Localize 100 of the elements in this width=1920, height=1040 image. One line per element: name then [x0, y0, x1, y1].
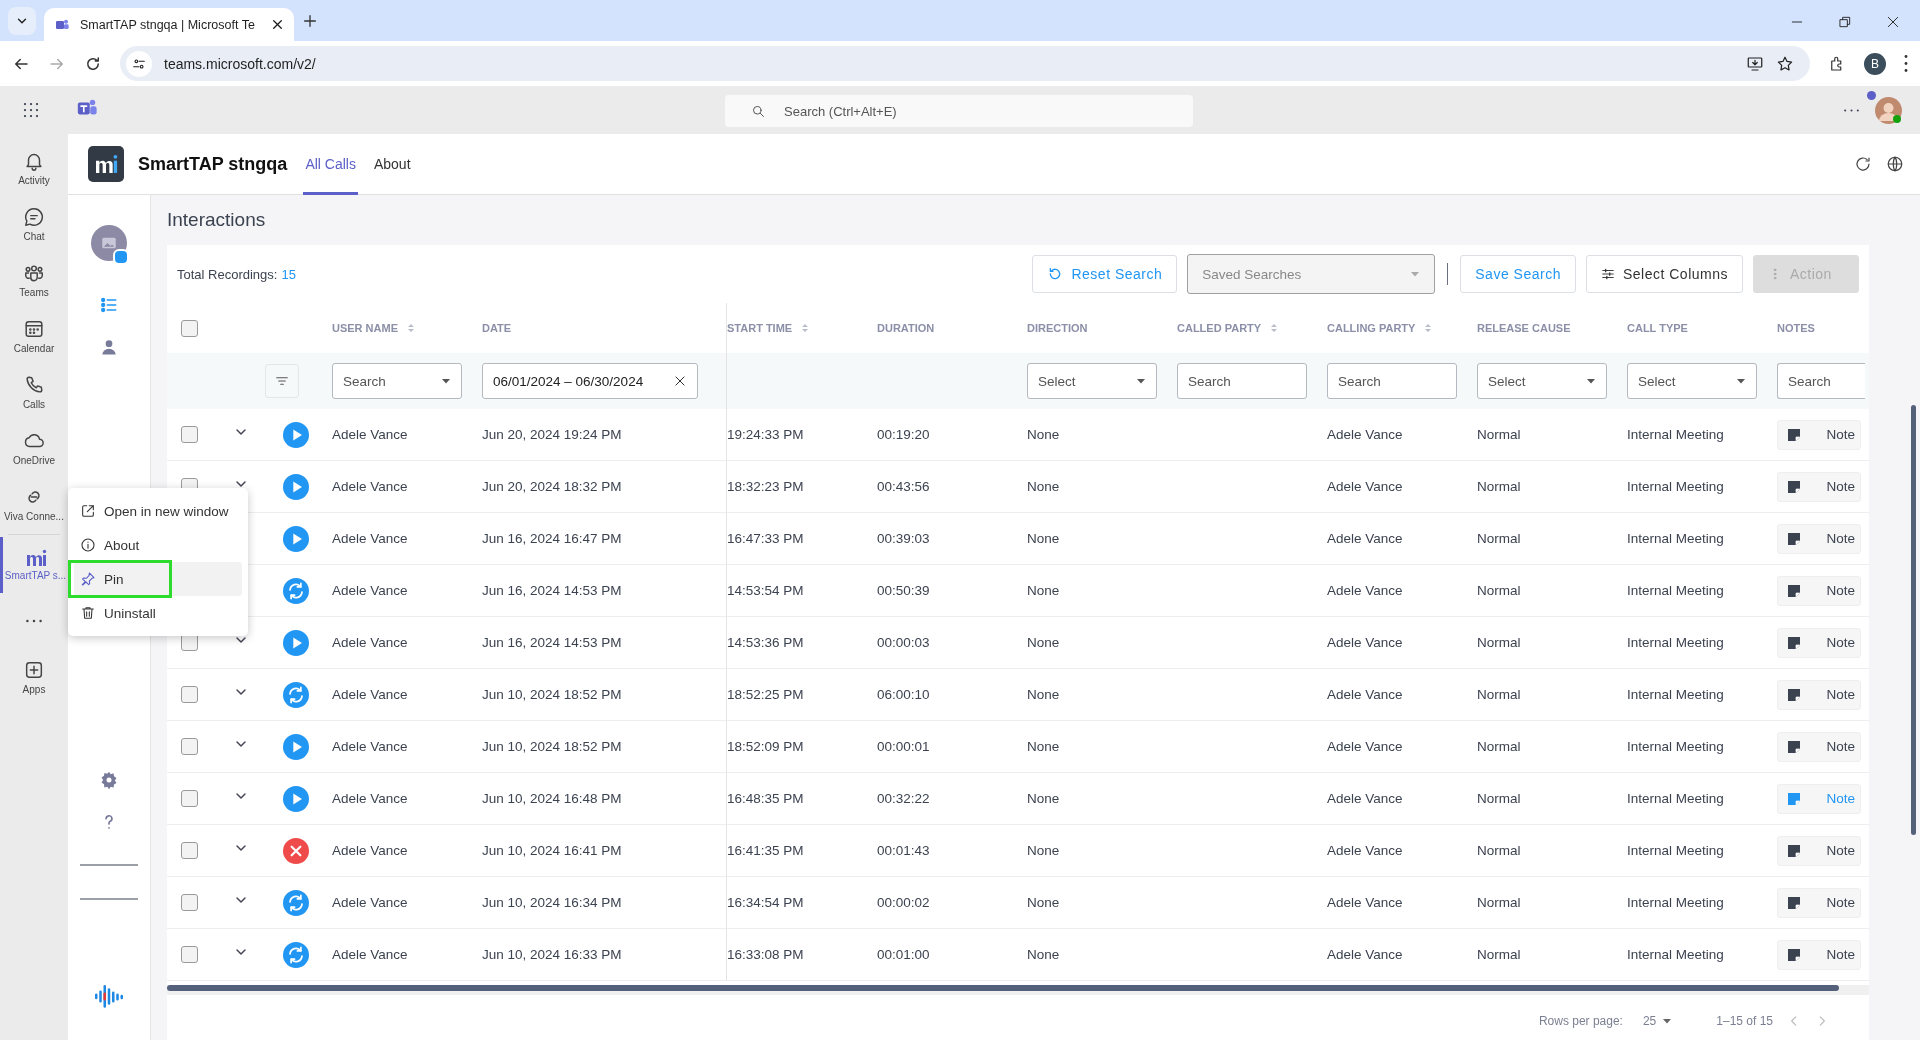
menu-item[interactable]: Uninstall: [74, 596, 242, 630]
table-cell: None: [1027, 739, 1060, 754]
note-button[interactable]: Note: [1777, 523, 1861, 554]
table-cell: 00:01:00: [877, 947, 930, 962]
table-cell: Normal: [1477, 947, 1521, 962]
rail-item[interactable]: Calendar: [0, 308, 68, 364]
table-cell: 14:53:54 PM: [727, 583, 804, 598]
rail-item[interactable]: OneDrive: [0, 420, 68, 476]
table-cell: Jun 20, 2024 18:32 PM: [482, 479, 622, 494]
table-cell: Jun 16, 2024 16:47 PM: [482, 531, 622, 546]
table-cell: Adele Vance: [332, 427, 408, 442]
rail-item[interactable]: Calls: [0, 364, 68, 420]
table-cell: Jun 10, 2024 18:52 PM: [482, 739, 622, 754]
table-cell: 00:43:56: [877, 479, 930, 494]
table-cell: Adele Vance: [332, 791, 408, 806]
note-button[interactable]: Note: [1777, 419, 1861, 450]
rail-item[interactable]: Chat: [0, 196, 68, 252]
url-text: teams.microsoft.com/v2/: [164, 55, 316, 72]
note-button[interactable]: Note: [1777, 939, 1861, 970]
table-cell: Adele Vance: [1327, 791, 1403, 806]
note-button[interactable]: Note: [1777, 731, 1861, 762]
table-cell: Internal Meeting: [1627, 947, 1724, 962]
address-bar[interactable]: teams.microsoft.com/v2/: [120, 46, 1810, 81]
date-range-field[interactable]: 06/01/2024 – 06/30/2024: [482, 363, 698, 399]
table-cell: Adele Vance: [1327, 635, 1403, 650]
table-cell: 00:19:20: [877, 427, 930, 442]
note-button[interactable]: Note: [1777, 471, 1861, 502]
table-cell: None: [1027, 843, 1060, 858]
table-cell: Internal Meeting: [1627, 635, 1724, 650]
filter-dropdown[interactable]: Select: [1027, 363, 1157, 399]
rows-per-page-label: Rows per page:: [1538, 1014, 1623, 1028]
table-cell: 16:34:54 PM: [727, 895, 804, 910]
table-cell: Normal: [1477, 531, 1521, 546]
table-cell: Jun 10, 2024 16:48 PM: [482, 791, 622, 806]
table-cell: Adele Vance: [1327, 687, 1403, 702]
filter-field[interactable]: Search: [1777, 363, 1865, 399]
browser-tab[interactable]: SmartTAP stngqa | Microsoft Te: [44, 8, 294, 41]
table-cell: None: [1027, 895, 1060, 910]
table-cell: None: [1027, 479, 1060, 494]
table-cell: 14:53:36 PM: [727, 635, 804, 650]
rail-item[interactable]: Teams: [0, 252, 68, 308]
table-cell: 18:52:09 PM: [727, 739, 804, 754]
menu-item[interactable]: About: [74, 528, 242, 562]
table-cell: 19:24:33 PM: [727, 427, 804, 442]
app-tab[interactable]: About: [371, 133, 413, 195]
table-cell: 00:00:02: [877, 895, 930, 910]
note-button[interactable]: Note: [1777, 835, 1861, 866]
table-cell: Internal Meeting: [1627, 531, 1724, 546]
table-cell: Normal: [1477, 479, 1521, 494]
table-cell: Jun 10, 2024 18:52 PM: [482, 687, 622, 702]
table-cell: Adele Vance: [1327, 479, 1403, 494]
note-button[interactable]: Note: [1777, 887, 1861, 918]
note-button[interactable]: Note: [1777, 627, 1861, 658]
table-cell: Adele Vance: [1327, 427, 1403, 442]
table-cell: Internal Meeting: [1627, 427, 1724, 442]
table-cell: Normal: [1477, 843, 1521, 858]
rail-item[interactable]: Activity: [0, 140, 68, 196]
table-cell: Jun 20, 2024 19:24 PM: [482, 427, 622, 442]
table-cell: 06:00:10: [877, 687, 930, 702]
table-cell: None: [1027, 583, 1060, 598]
filter-dropdown[interactable]: Search: [332, 363, 462, 399]
table-cell: Internal Meeting: [1627, 843, 1724, 858]
table-cell: 16:47:33 PM: [727, 531, 804, 546]
filter-field[interactable]: Search: [1177, 363, 1307, 399]
table-cell: Adele Vance: [332, 947, 408, 962]
filter-field[interactable]: Search: [1327, 363, 1457, 399]
page-title: Interactions: [167, 208, 267, 232]
table-cell: Internal Meeting: [1627, 895, 1724, 910]
table-cell: 00:00:03: [877, 635, 930, 650]
table-cell: 00:39:03: [877, 531, 930, 546]
table-cell: 16:41:35 PM: [727, 843, 804, 858]
table-cell: Adele Vance: [332, 739, 408, 754]
menu-item[interactable]: Open in new window: [74, 494, 242, 528]
filter-dropdown[interactable]: Select: [1627, 363, 1757, 399]
column-header: DATE: [482, 322, 512, 334]
note-button[interactable]: Note: [1777, 679, 1861, 710]
table-cell: Adele Vance: [332, 635, 408, 650]
profile-avatar[interactable]: B: [1864, 52, 1886, 75]
filter-dropdown[interactable]: Select: [1477, 363, 1607, 399]
rail-item[interactable]: Viva Conne...: [0, 476, 68, 532]
column-header: DURATION: [877, 322, 935, 334]
table-cell: Internal Meeting: [1627, 479, 1724, 494]
table-cell: Normal: [1477, 687, 1521, 702]
table-cell: 18:32:23 PM: [727, 479, 804, 494]
search-field[interactable]: Search (Ctrl+Alt+E): [725, 95, 1193, 127]
table-cell: Adele Vance: [332, 687, 408, 702]
table-cell: Normal: [1477, 427, 1521, 442]
table-cell: Internal Meeting: [1627, 739, 1724, 754]
select-columns-button[interactable]: Select Columns: [1585, 255, 1743, 293]
table-cell: Adele Vance: [1327, 739, 1403, 754]
table-cell: 00:01:43: [877, 843, 930, 858]
column-header: DIRECTION: [1027, 322, 1088, 334]
table-cell: Normal: [1477, 739, 1521, 754]
table-cell: 16:33:08 PM: [727, 947, 804, 962]
table-cell: Adele Vance: [1327, 895, 1403, 910]
table-cell: None: [1027, 635, 1060, 650]
note-button[interactable]: Note: [1777, 575, 1861, 606]
table-cell: Jun 16, 2024 14:53 PM: [482, 635, 622, 650]
rows-per-page-dropdown[interactable]: 25: [1636, 1013, 1679, 1029]
rail-item[interactable]: Apps: [0, 649, 68, 705]
